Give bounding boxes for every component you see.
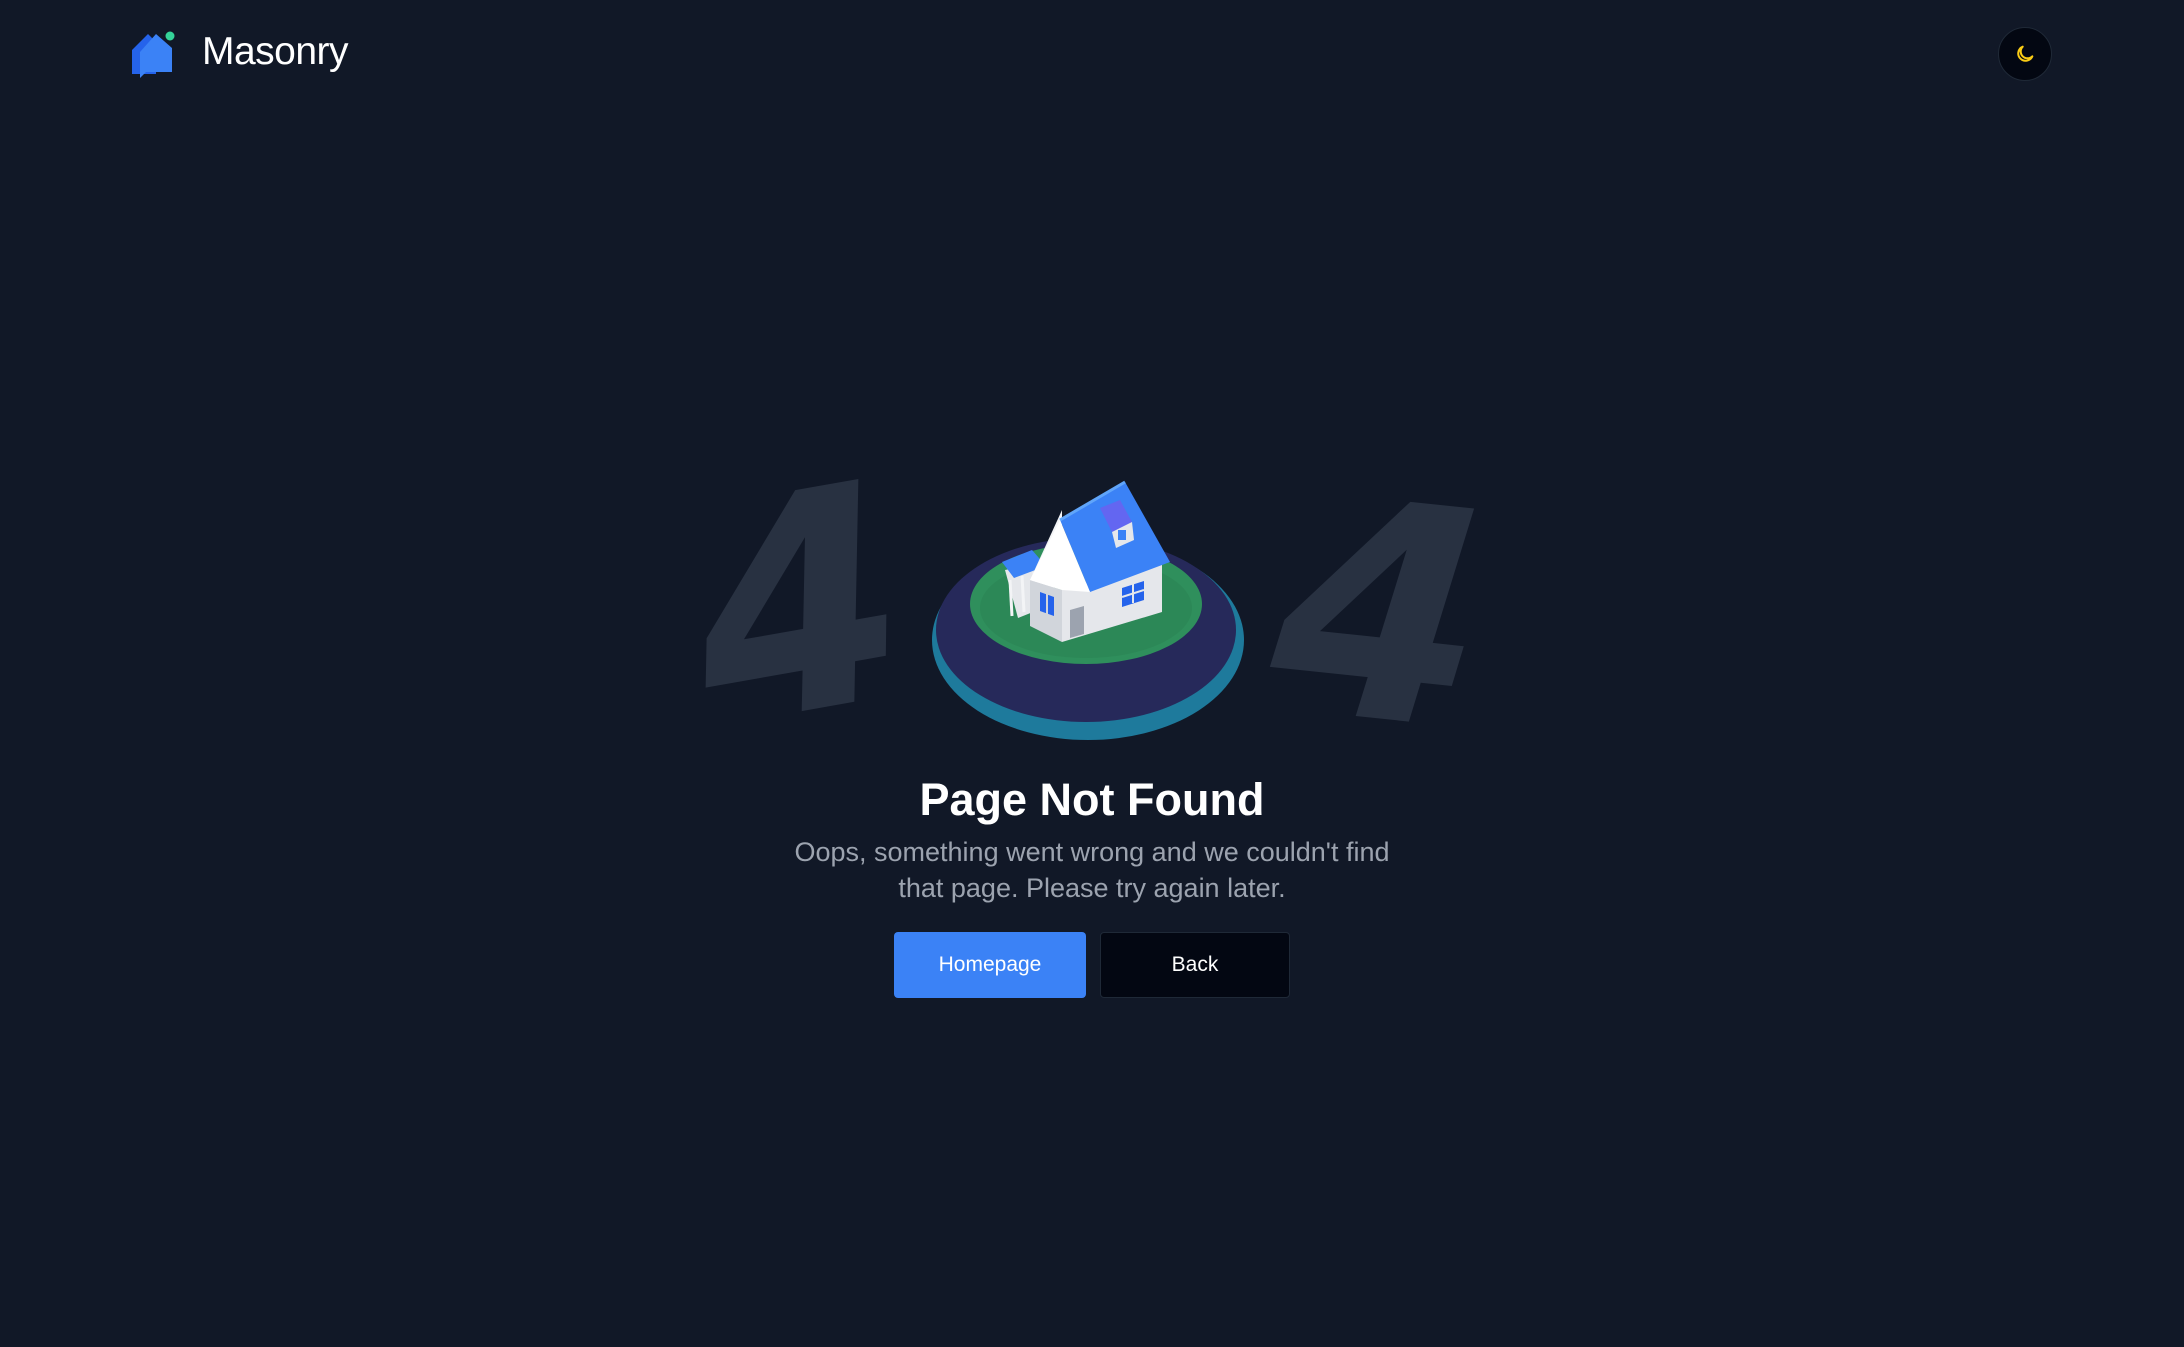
not-found-illustration: 4 4 [660, 470, 1503, 740]
house-on-island-icon [932, 480, 1244, 740]
action-buttons: Homepage Back [894, 932, 1290, 998]
page-subtitle: Oops, something went wrong and we couldn… [794, 837, 1390, 903]
homepage-button[interactable]: Homepage [894, 932, 1086, 998]
theme-toggle-button[interactable] [1998, 27, 2052, 81]
brand-link[interactable]: Masonry [130, 26, 349, 78]
page-title: Page Not Found [919, 774, 1265, 825]
left-digit: 4 [660, 470, 931, 740]
site-header: Masonry [0, 0, 2184, 110]
house-logo-icon [132, 30, 176, 78]
back-button[interactable]: Back [1100, 932, 1290, 998]
moon-icon [2017, 45, 2034, 62]
brand-name: Masonry [202, 30, 349, 73]
right-digit: 4 [1254, 470, 1503, 740]
